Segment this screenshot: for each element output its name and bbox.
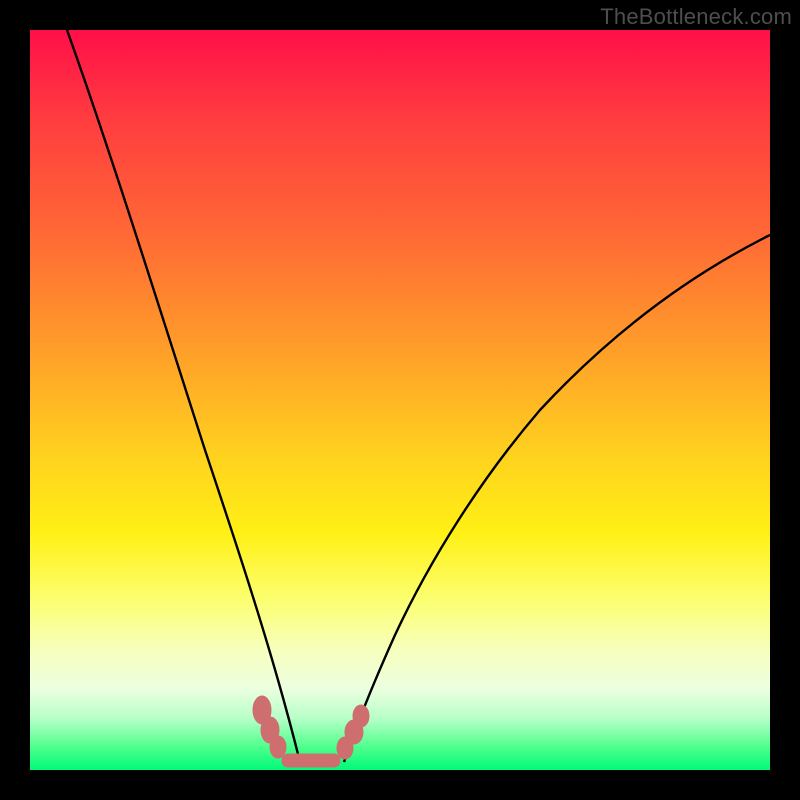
chart-overlay — [30, 30, 770, 770]
trough-band — [253, 696, 369, 767]
right-curve — [344, 235, 770, 762]
left-curve — [67, 30, 300, 762]
watermark-text: TheBottleneck.com — [600, 4, 792, 30]
plot-area — [30, 30, 770, 770]
chart-frame: TheBottleneck.com — [0, 0, 800, 800]
